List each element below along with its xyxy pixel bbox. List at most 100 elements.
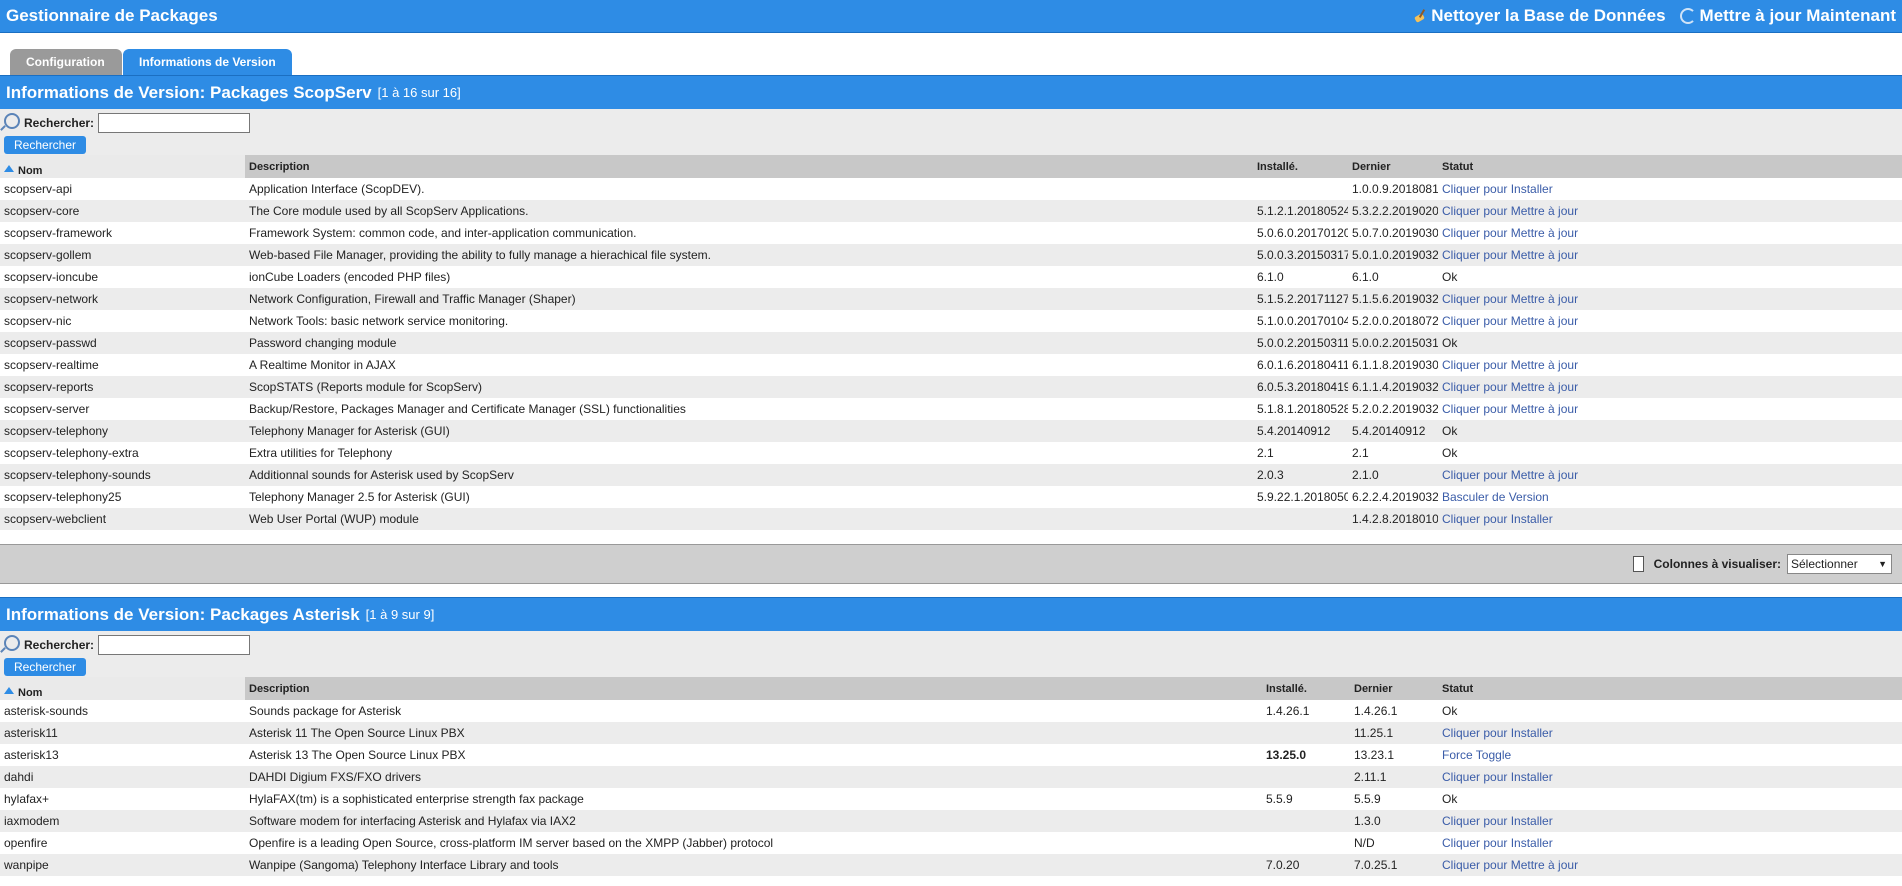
package-description: Web-based File Manager, providing the ab… xyxy=(245,244,1253,266)
installed-version xyxy=(1262,810,1350,832)
table-row: scopserv-nic Network Tools: basic network… xyxy=(0,310,1902,332)
installed-version: 2.1 xyxy=(1253,442,1348,464)
package-status[interactable]: Cliquer pour Mettre à jour xyxy=(1438,288,1902,310)
package-status[interactable]: Cliquer pour Mettre à jour xyxy=(1438,200,1902,222)
package-name: scopserv-ioncube xyxy=(0,266,245,288)
package-name: dahdi xyxy=(0,766,245,788)
installed-version: 13.25.0 xyxy=(1262,744,1350,766)
latest-version: 1.4.26.1 xyxy=(1350,700,1438,722)
installed-version xyxy=(1262,832,1350,854)
search-panel: Rechercher: Rechercher xyxy=(0,109,1902,155)
latest-version: 11.25.1 xyxy=(1350,722,1438,744)
package-name: scopserv-api xyxy=(0,178,245,200)
package-status: Ok xyxy=(1438,420,1902,442)
table-row: scopserv-telephony-extra Extra utilities … xyxy=(0,442,1902,464)
latest-version: 6.1.1.4.20190326 xyxy=(1348,376,1438,398)
package-status[interactable]: Force Toggle xyxy=(1438,744,1902,766)
column-header-status[interactable]: Statut xyxy=(1438,155,1902,178)
table-row: asterisk-sounds Sounds package for Asteri… xyxy=(0,700,1902,722)
broom-icon xyxy=(1413,9,1427,23)
packages-table-scopserv: Nom Description Installé. Dernier Statut… xyxy=(0,155,1902,530)
package-name: hylafax+ xyxy=(0,788,245,810)
search-label: Rechercher: xyxy=(24,638,95,652)
table-body: scopserv-api Application Interface (ScopD… xyxy=(0,178,1902,530)
search-input[interactable] xyxy=(98,113,251,133)
package-status: Ok xyxy=(1438,700,1902,722)
installed-version xyxy=(1262,766,1350,788)
latest-version: 2.1.0 xyxy=(1348,464,1438,486)
table-row: asterisk13 Asterisk 13 The Open Source Li… xyxy=(0,744,1902,766)
search-button[interactable]: Rechercher xyxy=(4,658,87,676)
installed-version: 2.0.3 xyxy=(1253,464,1348,486)
section-title-asterisk: Informations de Version: Packages Asteri… xyxy=(0,597,1902,631)
tab-configuration[interactable]: Configuration xyxy=(10,49,122,75)
search-input[interactable] xyxy=(98,635,251,655)
package-name: scopserv-framework xyxy=(0,222,245,244)
package-description: Software modem for interfacing Asterisk … xyxy=(245,810,1262,832)
package-status[interactable]: Cliquer pour Installer xyxy=(1438,832,1902,854)
package-status[interactable]: Cliquer pour Installer xyxy=(1438,722,1902,744)
latest-version: 5.0.1.0.20190321 xyxy=(1348,244,1438,266)
latest-version: 5.0.7.0.20190301 xyxy=(1348,222,1438,244)
clean-database-label: Nettoyer la Base de Données xyxy=(1431,6,1666,25)
clean-database-button[interactable]: Nettoyer la Base de Données xyxy=(1413,6,1665,26)
package-status[interactable]: Cliquer pour Mettre à jour xyxy=(1438,464,1902,486)
table-row: scopserv-telephony25 Telephony Manager 2.… xyxy=(0,486,1902,508)
package-description: Sounds package for Asterisk xyxy=(245,700,1262,722)
package-name: scopserv-server xyxy=(0,398,245,420)
package-status[interactable]: Cliquer pour Installer xyxy=(1438,508,1902,530)
package-status[interactable]: Cliquer pour Mettre à jour xyxy=(1438,310,1902,332)
table-footer: Colonnes à visualiser: Sélectionner xyxy=(0,544,1902,584)
package-description: Web User Portal (WUP) module xyxy=(245,508,1253,530)
columns-select[interactable]: Sélectionner xyxy=(1787,554,1892,574)
column-header-installed[interactable]: Installé. xyxy=(1262,677,1350,700)
package-status[interactable]: Cliquer pour Mettre à jour xyxy=(1438,354,1902,376)
package-name: wanpipe xyxy=(0,854,245,876)
table-row: scopserv-gollem Web-based File Manager, p… xyxy=(0,244,1902,266)
package-status[interactable]: Cliquer pour Mettre à jour xyxy=(1438,222,1902,244)
latest-version: 5.4.20140912 xyxy=(1348,420,1438,442)
installed-version: 5.4.20140912 xyxy=(1253,420,1348,442)
latest-version: 5.3.2.2.20190207 xyxy=(1348,200,1438,222)
column-header-description[interactable]: Description xyxy=(245,677,1262,700)
column-header-nom[interactable]: Nom xyxy=(0,677,245,700)
package-status[interactable]: Cliquer pour Installer xyxy=(1438,810,1902,832)
package-status[interactable]: Basculer de Version xyxy=(1438,486,1902,508)
update-now-button[interactable]: Mettre à jour Maintenant xyxy=(1679,6,1896,26)
installed-version: 5.5.9 xyxy=(1262,788,1350,810)
column-header-status[interactable]: Statut xyxy=(1438,677,1902,700)
latest-version: 5.5.9 xyxy=(1350,788,1438,810)
package-status: Ok xyxy=(1438,442,1902,464)
latest-version: 5.0.0.2.20150311 xyxy=(1348,332,1438,354)
latest-version: 5.2.0.2.20190325 xyxy=(1348,398,1438,420)
columns-checkbox-icon[interactable] xyxy=(1632,556,1644,572)
package-name: scopserv-telephony xyxy=(0,420,245,442)
package-status[interactable]: Cliquer pour Mettre à jour xyxy=(1438,244,1902,266)
package-description: DAHDI Digium FXS/FXO drivers xyxy=(245,766,1262,788)
column-header-latest[interactable]: Dernier xyxy=(1350,677,1438,700)
package-name: scopserv-reports xyxy=(0,376,245,398)
package-status[interactable]: Cliquer pour Mettre à jour xyxy=(1438,854,1902,876)
column-header-latest[interactable]: Dernier xyxy=(1348,155,1438,178)
column-header-installed[interactable]: Installé. xyxy=(1253,155,1348,178)
package-status[interactable]: Cliquer pour Installer xyxy=(1438,178,1902,200)
column-header-description[interactable]: Description xyxy=(245,155,1253,178)
section-title-scopserv: Informations de Version: Packages ScopSe… xyxy=(0,75,1902,109)
table-row: scopserv-framework Framework System: comm… xyxy=(0,222,1902,244)
column-header-nom[interactable]: Nom xyxy=(0,155,245,178)
table-row: scopserv-webclient Web User Portal (WUP) … xyxy=(0,508,1902,530)
package-description: Backup/Restore, Packages Manager and Cer… xyxy=(245,398,1253,420)
tab-version-info[interactable]: Informations de Version xyxy=(123,49,292,75)
package-status[interactable]: Cliquer pour Mettre à jour xyxy=(1438,376,1902,398)
package-status[interactable]: Cliquer pour Mettre à jour xyxy=(1438,398,1902,420)
package-description: Openfire is a leading Open Source, cross… xyxy=(245,832,1262,854)
package-description: Extra utilities for Telephony xyxy=(245,442,1253,464)
package-status[interactable]: Cliquer pour Installer xyxy=(1438,766,1902,788)
package-name: scopserv-gollem xyxy=(0,244,245,266)
package-description: ScopSTATS (Reports module for ScopServ) xyxy=(245,376,1253,398)
package-description: Asterisk 13 The Open Source Linux PBX xyxy=(245,744,1262,766)
package-description: Additionnal sounds for Asterisk used by … xyxy=(245,464,1253,486)
search-button[interactable]: Rechercher xyxy=(4,136,87,154)
table-row: scopserv-ioncube ionCube Loaders (encoded… xyxy=(0,266,1902,288)
section-title: Informations de Version: Packages Asteri… xyxy=(6,604,360,624)
